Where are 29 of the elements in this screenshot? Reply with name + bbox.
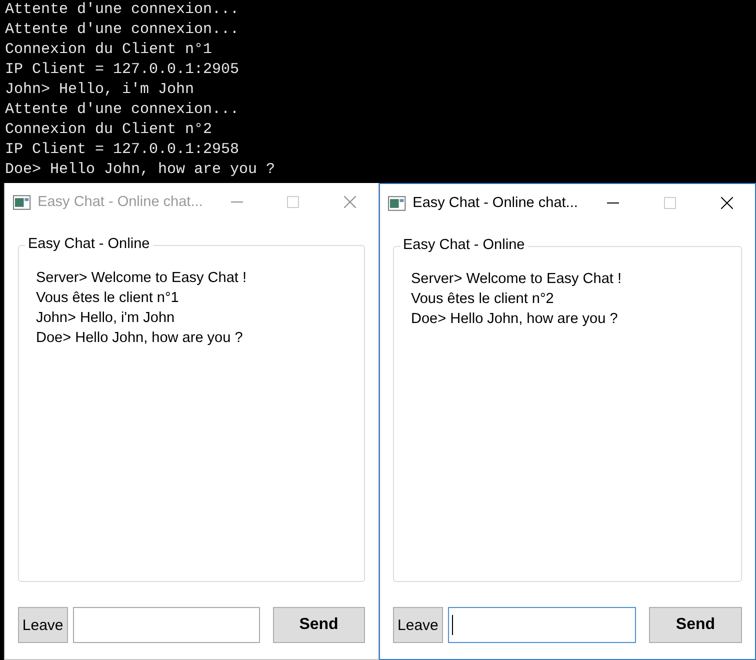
console-line: IP Client = 127.0.0.1:2958	[5, 140, 240, 160]
console-line: IP Client = 127.0.0.1:2905	[5, 60, 240, 80]
group-title: Easy Chat - Online	[25, 236, 153, 252]
console-line: Attente d'une connexion...	[5, 0, 240, 20]
message-input-field[interactable]	[72, 607, 260, 643]
chat-message: Doe> Hello John, how are you ?	[36, 329, 244, 348]
console-line: John> Hello, i'm John	[5, 80, 196, 100]
message-input-field[interactable]	[448, 607, 636, 643]
group-title: Easy Chat - Online	[400, 237, 528, 253]
console-line: Doe> Hello John, how are you ?	[5, 160, 276, 180]
close-icon[interactable]	[720, 197, 733, 209]
app-icon	[388, 196, 406, 210]
window-title: Easy Chat - Online chat...	[38, 194, 204, 210]
console-line: Attente d'une connexion...	[5, 20, 240, 40]
chat-message: Vous êtes le client n°1	[36, 289, 180, 308]
chat-message: John> Hello, i'm John	[36, 309, 176, 328]
window-title: Easy Chat - Online chat...	[412, 195, 579, 211]
app-icon	[13, 194, 31, 210]
send-button[interactable]: Send	[648, 607, 742, 643]
chat-message: Doe> Hello John, how are you ?	[411, 310, 619, 329]
leave-button[interactable]: Leave	[393, 607, 443, 643]
chat-message: Server> Welcome to Easy Chat !	[411, 270, 622, 289]
chat-message: Vous êtes le client n°2	[411, 290, 555, 309]
leave-button[interactable]: Leave	[18, 607, 68, 643]
console-line: Connexion du Client n°2	[5, 120, 214, 140]
console-line: Attente d'une connexion...	[5, 100, 240, 120]
send-button[interactable]: Send	[272, 607, 365, 643]
chat-message: Server> Welcome to Easy Chat !	[36, 269, 248, 288]
console-line: Connexion du Client n°1	[5, 40, 214, 60]
